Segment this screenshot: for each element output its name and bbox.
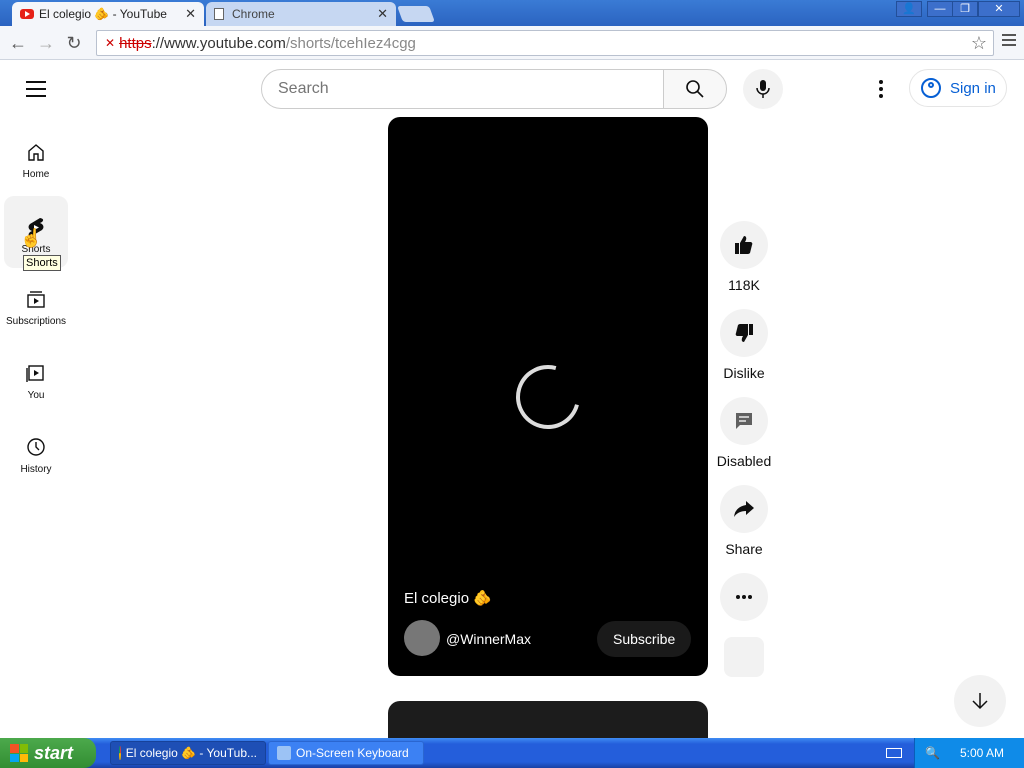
back-arrow-icon[interactable]: ← <box>8 33 28 54</box>
more-actions-button[interactable] <box>714 573 774 621</box>
input-language-icon[interactable] <box>886 748 902 758</box>
bookmark-star-icon[interactable]: ☆ <box>971 33 987 54</box>
channel-avatar[interactable] <box>404 620 440 656</box>
tab-chrome[interactable]: Chrome ✕ <box>206 2 396 26</box>
comment-icon <box>720 397 768 445</box>
settings-more-icon[interactable] <box>872 77 890 101</box>
thumbs-down-icon <box>720 309 768 357</box>
next-short-preview[interactable] <box>388 701 708 738</box>
share-button[interactable]: Share <box>714 485 774 557</box>
insecure-lock-icon: ✕ <box>105 36 116 50</box>
tab-close-icon[interactable]: ✕ <box>377 6 388 22</box>
search-button[interactable] <box>663 69 727 109</box>
url-path: /shorts/tcehIez4cgg <box>285 34 416 52</box>
sign-in-button[interactable]: Sign in <box>909 69 1007 107</box>
more-horizontal-icon <box>720 573 768 621</box>
sidebar-item-history[interactable]: History <box>4 416 68 488</box>
forward-arrow-icon[interactable]: → <box>36 33 56 54</box>
address-bar[interactable]: ✕ https ://www.youtube.com /shorts/tcehI… <box>96 30 994 56</box>
dislike-button[interactable]: Dislike <box>714 309 774 381</box>
dislike-label: Dislike <box>723 365 765 381</box>
minimize-button[interactable]: — <box>927 1 953 17</box>
subscribe-button[interactable]: Subscribe <box>597 621 692 657</box>
thumbs-up-icon <box>720 221 768 269</box>
network-icon[interactable]: 🔍 <box>925 746 940 760</box>
account-icon <box>921 78 941 98</box>
url-scheme: https <box>119 34 152 52</box>
arrow-down-icon <box>972 693 988 710</box>
new-tab-button[interactable] <box>397 6 435 22</box>
windows-logo-icon <box>10 744 28 762</box>
chrome-icon <box>119 746 121 760</box>
sidebar-item-label: Subscriptions <box>5 316 67 327</box>
restore-button[interactable]: ❐ <box>952 1 978 17</box>
sidebar-item-you[interactable]: You <box>4 342 68 414</box>
system-tray: 🔍 5:00 AM <box>914 738 1024 768</box>
channel-name[interactable]: @WinnerMax <box>446 631 531 647</box>
taskbar-item-keyboard[interactable]: On-Screen Keyboard <box>268 741 424 765</box>
start-button[interactable]: start <box>0 738 96 768</box>
chrome-menu-icon[interactable] <box>1002 34 1016 49</box>
like-count: 118K <box>728 277 760 293</box>
sidebar-item-subscriptions[interactable]: Subscriptions <box>4 268 68 340</box>
start-label: start <box>34 742 74 763</box>
browser-tabstrip: El colegio 🫵 - YouTube ✕ Chrome ✕ 👤 — ❐ … <box>0 0 1024 26</box>
subscriptions-icon <box>25 288 47 310</box>
next-short-button[interactable] <box>954 675 1006 727</box>
sidebar-item-label: Home <box>22 169 50 180</box>
guide-menu-icon[interactable] <box>26 81 46 102</box>
tooltip: Shorts <box>23 255 61 271</box>
shorts-video-player[interactable]: El colegio 🫵 @WinnerMax Subscribe <box>388 117 708 676</box>
document-favicon-icon <box>214 8 224 20</box>
search-box[interactable] <box>261 69 664 109</box>
sidebar-item-label: You <box>27 390 45 401</box>
browser-toolbar: ← → ↻ ✕ https ://www.youtube.com /shorts… <box>0 26 1024 60</box>
loading-spinner-icon <box>504 353 592 441</box>
clock[interactable]: 5:00 AM <box>960 746 1004 760</box>
youtube-masthead: Sign in <box>0 61 1024 117</box>
search-input[interactable] <box>278 80 663 98</box>
sound-pivot-thumbnail[interactable] <box>724 637 764 677</box>
hand-cursor-icon: ☝ <box>20 228 43 248</box>
like-button[interactable]: 118K <box>714 221 774 293</box>
taskbar-item-chrome[interactable]: El colegio 🫵 - YouTub... <box>110 741 266 765</box>
keyboard-icon <box>277 746 291 760</box>
profile-icon[interactable]: 👤 <box>896 1 922 17</box>
share-label: Share <box>725 541 763 557</box>
reload-icon[interactable]: ↻ <box>64 33 84 54</box>
windows-taskbar: start El colegio 🫵 - YouTub... On-Screen… <box>0 738 1024 768</box>
sign-in-label: Sign in <box>950 79 996 97</box>
microphone-icon <box>756 80 770 98</box>
share-arrow-icon <box>720 485 768 533</box>
taskbar-item-label: On-Screen Keyboard <box>296 746 409 760</box>
url-host: ://www.youtube.com <box>151 34 286 52</box>
tab-title: El colegio 🫵 - YouTube <box>39 7 167 21</box>
you-icon <box>25 362 47 384</box>
sidebar-item-home[interactable]: Home <box>4 121 68 193</box>
tab-title: Chrome <box>232 7 275 21</box>
taskbar-item-label: El colegio 🫵 - YouTub... <box>125 746 257 760</box>
voice-search-button[interactable] <box>743 69 783 109</box>
home-icon <box>25 141 47 163</box>
tab-youtube[interactable]: El colegio 🫵 - YouTube ✕ <box>12 2 204 26</box>
search-icon <box>686 80 704 98</box>
youtube-favicon-icon <box>20 9 34 19</box>
sidebar-item-label: History <box>20 464 52 475</box>
tab-close-icon[interactable]: ✕ <box>185 6 196 22</box>
video-title[interactable]: El colegio 🫵 <box>404 589 492 607</box>
history-icon <box>25 436 47 458</box>
comments-button[interactable]: Disabled <box>714 397 774 469</box>
comments-label: Disabled <box>716 453 772 469</box>
window-close-button[interactable]: ✕ <box>978 1 1020 17</box>
